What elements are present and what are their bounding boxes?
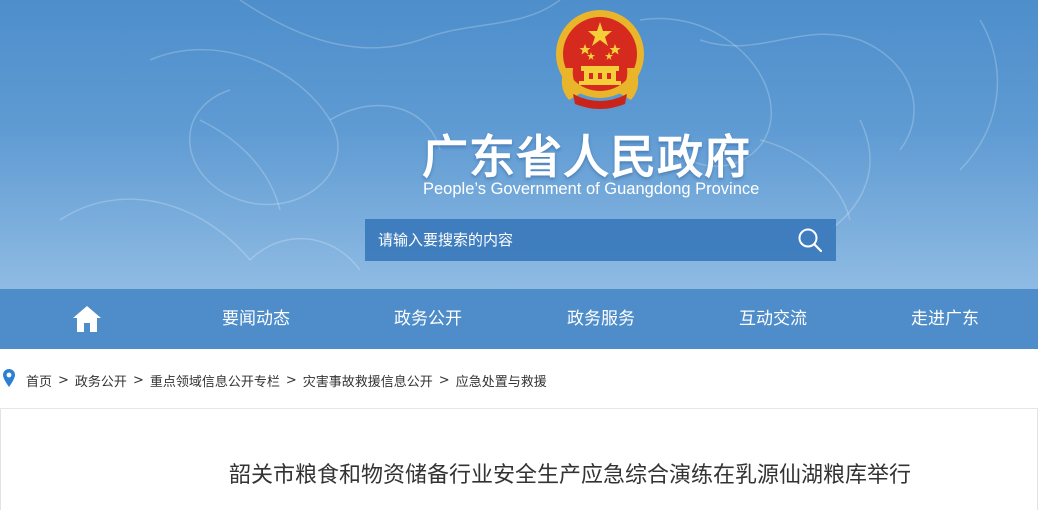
location-pin-icon [3,369,15,387]
home-icon [73,306,101,332]
search-box [365,219,836,261]
breadcrumb-separator: > [285,373,297,388]
breadcrumb-separator: > [58,373,69,388]
nav-item-interaction[interactable]: 互动交流 [739,289,807,349]
breadcrumb-gov-affairs[interactable]: 政务公开 [75,371,127,390]
national-emblem-icon [556,10,644,109]
nav-item-gov-affairs[interactable]: 政务公开 [394,289,462,349]
site-subtitle: People’s Government of Guangdong Provinc… [423,180,760,198]
breadcrumb-key-areas[interactable]: 重点领域信息公开专栏 [150,371,280,390]
article-title: 韶关市粮食和物资储备行业安全生产应急综合演练在乳源仙湖粮库举行 [229,463,912,488]
breadcrumb-separator: > [132,373,144,388]
nav-item-gov-services[interactable]: 政务服务 [567,289,635,349]
breadcrumb-separator: > [438,373,450,388]
breadcrumb-disaster-info[interactable]: 灾害事故救援信息公开 [303,371,433,390]
site-title: 广东省人民政府 [422,130,751,184]
search-icon [798,228,823,253]
main-nav: 要闻动态 政务公开 政务服务 互动交流 走进广东 [0,289,1038,349]
header-banner: 广东省人民政府 People’s Government of Guangdong… [0,0,1038,289]
nav-item-news[interactable]: 要闻动态 [222,289,290,349]
breadcrumb-emergency-rescue[interactable]: 应急处置与救援 [456,371,547,390]
breadcrumb-home[interactable]: 首页 [26,371,52,390]
search-button[interactable] [784,219,836,261]
nav-home-button[interactable] [72,305,102,333]
breadcrumb-trail: 首页 > 政务公开 > 重点领域信息公开专栏 > 灾害事故救援信息公开 > 应急… [26,371,547,390]
breadcrumb: 首页 > 政务公开 > 重点领域信息公开专栏 > 灾害事故救援信息公开 > 应急… [0,349,1038,409]
search-input[interactable] [365,219,784,261]
nav-item-about-guangdong[interactable]: 走进广东 [911,289,979,349]
